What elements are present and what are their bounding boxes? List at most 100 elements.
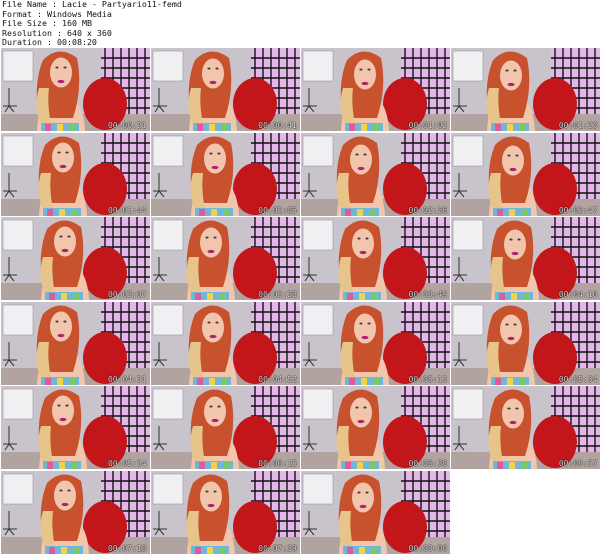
thumbnail-frame: 00:01:44 bbox=[0, 132, 150, 216]
thumbnail-timestamp: 00:02:26 bbox=[408, 205, 448, 215]
resolution-value: 640 x 360 bbox=[66, 27, 112, 38]
thumbnail-image bbox=[150, 132, 300, 216]
thumbnail-image bbox=[0, 470, 150, 554]
duration-line: Duration : 00:08:20 bbox=[2, 37, 97, 48]
whiteboard-icon bbox=[302, 304, 334, 335]
thumbnail-frame: 00:01:23 bbox=[451, 48, 600, 131]
thumbnail-timestamp: 00:04:52 bbox=[258, 374, 297, 384]
thumbnail-image bbox=[301, 217, 451, 300]
whiteboard-icon bbox=[2, 304, 33, 335]
thumbnail-timestamp: 00:06:15 bbox=[258, 459, 297, 468]
thumbnail-frame: 00:07:39 bbox=[150, 470, 300, 554]
duration-label: Duration bbox=[2, 37, 42, 48]
thumbnail-timestamp: 00:06:36 bbox=[408, 459, 448, 468]
thumbnail-frame: 00:01:02 bbox=[301, 48, 451, 131]
whiteboard-icon bbox=[302, 473, 334, 504]
whiteboard-icon bbox=[152, 219, 184, 251]
thumbnail-image bbox=[150, 217, 300, 300]
thumbnail-frame: 00:06:36 bbox=[301, 386, 451, 469]
thumbnail-image bbox=[0, 132, 150, 216]
whiteboard-icon bbox=[2, 50, 33, 82]
file-size-value: 160 MB bbox=[61, 18, 92, 29]
thumbnail-image bbox=[451, 48, 600, 131]
thumbnail-image bbox=[150, 301, 300, 385]
whiteboard-icon bbox=[2, 135, 33, 166]
thumbnail-frame: 00:06:57 bbox=[451, 386, 600, 469]
thumbnail-grid: 00:00:21 00:00:41 00:01:02 00:01:23 00:0… bbox=[0, 48, 600, 554]
thumbnail-image bbox=[301, 48, 451, 131]
thumbnail-image bbox=[451, 217, 600, 300]
thumbnail-timestamp: 00:04:10 bbox=[558, 290, 598, 299]
thumbnail-frame: 00:06:15 bbox=[150, 386, 300, 469]
thumbnail-image bbox=[451, 386, 600, 469]
thumbnail-frame: 00:04:31 bbox=[0, 301, 150, 385]
whiteboard-icon bbox=[453, 219, 484, 251]
thumbnail-timestamp: 00:03:07 bbox=[107, 290, 147, 299]
thumbnail-timestamp: 00:07:18 bbox=[107, 543, 147, 553]
thumbnail-timestamp: 00:02:47 bbox=[558, 205, 598, 215]
format-value: Windows Media bbox=[46, 8, 112, 19]
thumbnail-frame: 00:02:05 bbox=[150, 132, 300, 216]
thumbnail-timestamp: 00:05:13 bbox=[408, 374, 448, 384]
whiteboard-icon bbox=[453, 304, 484, 335]
thumbnail-timestamp: 00:02:05 bbox=[258, 205, 297, 215]
file-size-label: File Size bbox=[2, 18, 47, 29]
thumbnail-image bbox=[451, 301, 600, 385]
thumbnail-timestamp: 00:08:00 bbox=[408, 543, 448, 553]
thumbnail-frame: 00:04:10 bbox=[451, 217, 600, 300]
whiteboard-icon bbox=[453, 135, 484, 166]
whiteboard-icon bbox=[2, 473, 33, 504]
whiteboard-icon bbox=[152, 304, 184, 335]
whiteboard-icon bbox=[2, 219, 33, 251]
duration-value: 00:08:20 bbox=[56, 37, 97, 48]
thumbnail-timestamp: 00:03:28 bbox=[258, 290, 297, 299]
thumbnail-frame: 00:03:28 bbox=[150, 217, 300, 300]
thumbnail-image bbox=[150, 386, 300, 469]
thumbnail-image bbox=[0, 386, 150, 469]
thumbnail-frame: 00:08:00 bbox=[301, 470, 451, 554]
whiteboard-icon bbox=[302, 135, 334, 166]
thumbnail-frame: 00:05:13 bbox=[301, 301, 451, 385]
thumbnail-timestamp: 00:01:23 bbox=[558, 121, 598, 130]
thumbnail-timestamp: 00:00:21 bbox=[107, 121, 147, 130]
resolution-label: Resolution bbox=[2, 27, 52, 38]
thumbnail-timestamp: 00:01:44 bbox=[107, 205, 147, 215]
thumbnail-frame: 00:02:26 bbox=[301, 132, 451, 216]
thumbnail-image bbox=[0, 301, 150, 385]
thumbnail-frame: 00:03:49 bbox=[301, 217, 451, 300]
whiteboard-icon bbox=[453, 388, 484, 420]
whiteboard-icon bbox=[302, 219, 334, 251]
thumbnail-timestamp: 00:04:31 bbox=[107, 374, 147, 384]
thumbnail-image bbox=[301, 470, 451, 554]
thumbnail-image bbox=[301, 386, 451, 469]
thumbnail-frame: 00:04:52 bbox=[150, 301, 300, 385]
whiteboard-icon bbox=[152, 135, 184, 166]
whiteboard-icon bbox=[302, 50, 334, 82]
whiteboard-icon bbox=[2, 388, 33, 420]
thumbnail-image bbox=[0, 48, 150, 131]
thumbnail-timestamp: 00:05:34 bbox=[558, 374, 598, 384]
thumbnail-timestamp: 00:01:02 bbox=[408, 121, 448, 130]
thumbnail-image bbox=[150, 48, 300, 131]
thumbnail-timestamp: 00:06:57 bbox=[558, 459, 598, 468]
thumbnail-frame: 00:00:41 bbox=[150, 48, 300, 131]
thumbnail-timestamp: 00:00:41 bbox=[258, 121, 297, 130]
whiteboard-icon bbox=[453, 50, 484, 82]
thumbnail-image bbox=[301, 301, 451, 385]
thumbnail-timestamp: 00:03:49 bbox=[408, 290, 448, 299]
format-label: Format bbox=[2, 8, 32, 19]
thumbnail-image bbox=[451, 132, 600, 216]
thumbnail-timestamp: 00:07:39 bbox=[258, 543, 297, 553]
file-info-header: File Name : Lacie - Partyario11-femd For… bbox=[2, 0, 302, 48]
whiteboard-icon bbox=[152, 473, 184, 504]
thumbnail-frame: 00:02:47 bbox=[451, 132, 600, 216]
whiteboard-icon bbox=[152, 50, 184, 82]
thumbnail-frame: 00:05:54 bbox=[0, 386, 150, 469]
thumbnail-frame: 00:07:18 bbox=[0, 470, 150, 554]
whiteboard-icon bbox=[302, 388, 334, 420]
thumbnail-image bbox=[150, 470, 300, 554]
thumbnail-timestamp: 00:05:54 bbox=[107, 459, 147, 468]
thumbnail-image bbox=[0, 217, 150, 300]
whiteboard-icon bbox=[152, 388, 184, 420]
thumbnail-frame: 00:03:07 bbox=[0, 217, 150, 300]
